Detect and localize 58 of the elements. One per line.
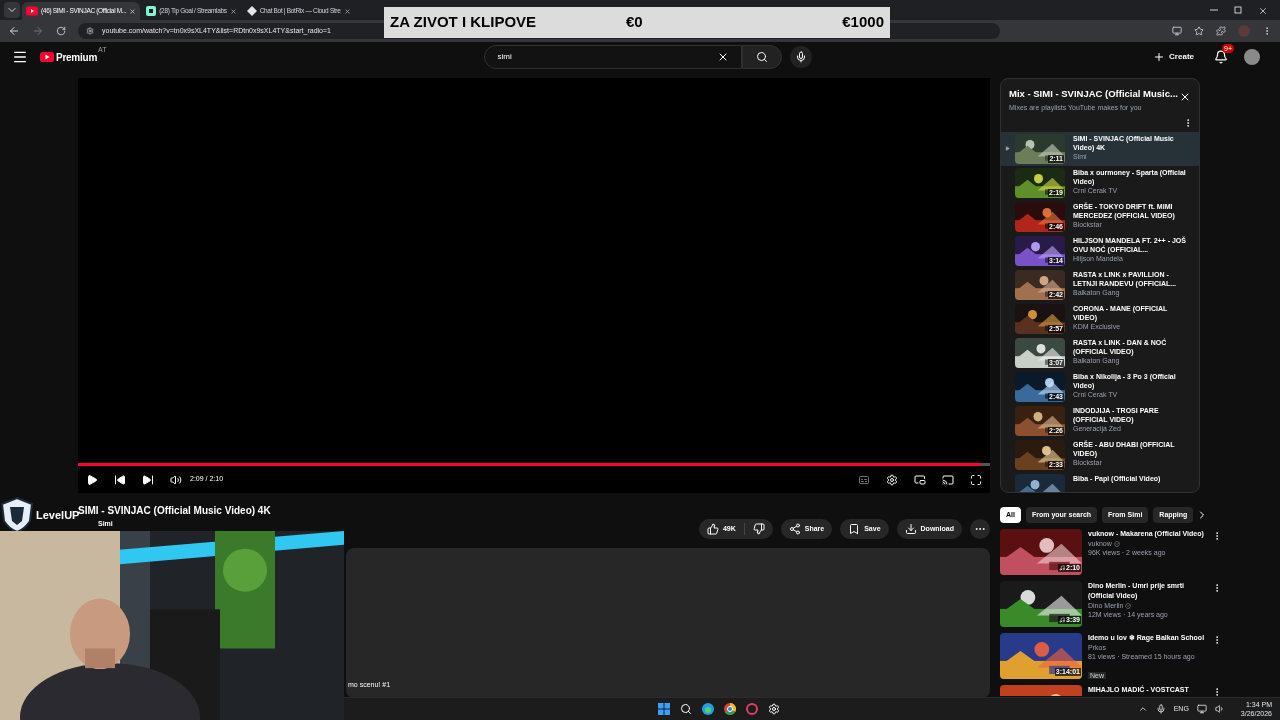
account-avatar[interactable]	[1244, 49, 1260, 65]
more-button[interactable]	[970, 519, 990, 539]
search-icon[interactable]	[679, 703, 692, 715]
search-button[interactable]	[742, 45, 783, 69]
back-icon[interactable]	[8, 25, 20, 37]
fullscreen-icon[interactable]	[970, 473, 982, 486]
captions-icon[interactable]	[858, 473, 870, 486]
settings-icon[interactable]	[886, 473, 898, 486]
microphone-icon[interactable]	[1155, 704, 1166, 714]
start-icon[interactable]	[657, 703, 670, 715]
previous-icon[interactable]	[114, 473, 126, 486]
voice-search-button[interactable]	[790, 46, 813, 68]
install-icon[interactable]	[1172, 26, 1182, 36]
volume-icon[interactable]	[170, 473, 182, 486]
minimize-icon[interactable]	[1210, 6, 1218, 14]
search-value: simi	[497, 51, 513, 63]
settings-icon[interactable]	[767, 703, 780, 715]
bookmark-star-icon[interactable]	[1194, 26, 1204, 36]
diamond-logo-icon	[246, 6, 257, 16]
extensions-icon[interactable]	[1216, 26, 1226, 36]
notifications-icon[interactable]	[1214, 50, 1228, 64]
network-icon[interactable]	[1196, 704, 1207, 714]
share-icon	[788, 523, 801, 535]
close-icon[interactable]	[1179, 91, 1191, 103]
search-icon	[756, 51, 769, 63]
create-button[interactable]: Create	[1149, 47, 1198, 67]
video-logo-icon	[26, 6, 38, 16]
cast-icon[interactable]	[942, 473, 954, 486]
video-logo-icon[interactable]	[40, 52, 54, 62]
search-field[interactable]: simi	[484, 45, 743, 69]
download-icon	[904, 523, 917, 535]
goal-target: €1000	[842, 12, 884, 33]
now-playing-icon	[1005, 145, 1010, 151]
browser-icon[interactable]	[723, 703, 736, 715]
video-title: SIMI - SVINJAC (Official Music Video) 4K	[78, 504, 272, 516]
play-icon[interactable]	[86, 473, 98, 486]
restore-icon[interactable]	[1234, 6, 1242, 14]
microphone-icon	[795, 51, 808, 63]
browser-icon[interactable]	[701, 703, 714, 715]
miniplayer-icon[interactable]	[914, 473, 926, 486]
volume-icon[interactable]	[1214, 704, 1225, 714]
app-logo-icon	[146, 6, 157, 16]
goal-current: €0	[626, 12, 643, 33]
app-icon[interactable]	[745, 703, 758, 715]
reload-icon[interactable]	[56, 26, 66, 36]
thumbs-down-icon	[752, 523, 765, 535]
tray-expand-icon[interactable]	[1137, 704, 1148, 714]
thumbs-up-icon	[706, 523, 719, 535]
close-icon[interactable]	[1258, 6, 1268, 16]
goal-title: ZA ZIVOT I KLIPOVE	[390, 12, 538, 33]
playlist-title: Mix - SIMI - SVINJAC (Official Music...	[1009, 87, 1179, 101]
bookmark-icon	[848, 523, 861, 535]
next-icon[interactable]	[142, 473, 154, 486]
tab-list-button[interactable]	[4, 2, 20, 18]
plus-icon	[1153, 51, 1166, 63]
brand-name[interactable]: Premium	[56, 49, 98, 65]
site-settings-icon[interactable]	[86, 27, 94, 35]
menu-icon[interactable]	[12, 49, 28, 65]
